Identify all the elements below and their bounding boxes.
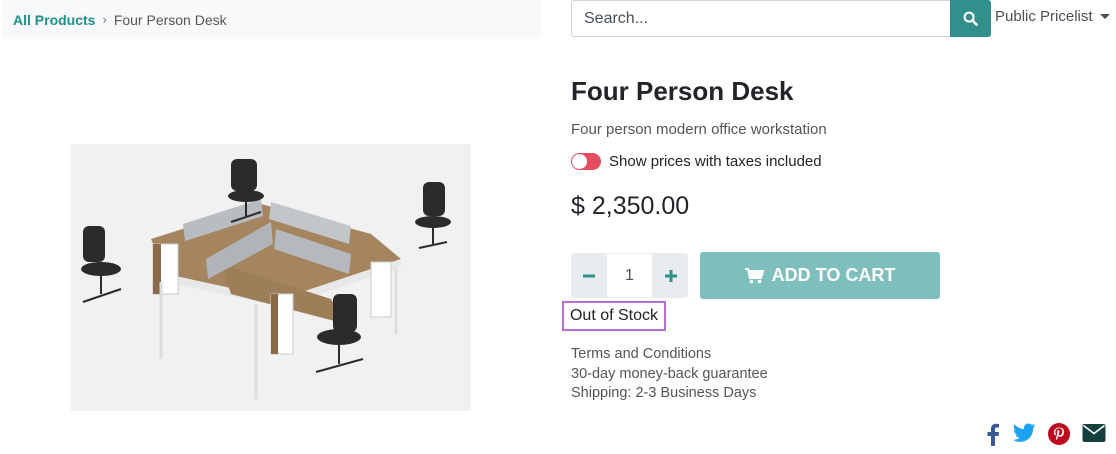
email-share-button[interactable] <box>1082 423 1106 443</box>
breadcrumb-current: Four Person Desk <box>113 11 227 28</box>
product-description: Four person modern office workstation <box>571 121 827 138</box>
product-image <box>71 144 471 411</box>
product-title: Four Person Desk <box>571 76 794 106</box>
add-to-cart-label: ADD TO CART <box>771 265 896 285</box>
guarantee-text: 30-day money-back guarantee <box>571 365 768 382</box>
pricelist-label: Public Pricelist <box>995 8 1093 25</box>
twitter-icon <box>1013 423 1036 442</box>
breadcrumb-all-products-link[interactable]: All Products <box>13 12 95 28</box>
search-bar <box>571 0 991 37</box>
breadcrumb: All Products › Four Person Desk <box>2 0 541 39</box>
add-to-cart-button[interactable]: ADD TO CART <box>700 252 940 299</box>
twitter-share-button[interactable] <box>1013 423 1036 443</box>
quantity-input[interactable] <box>606 253 653 298</box>
breadcrumb-separator: › <box>102 12 107 27</box>
tax-toggle-switch[interactable] <box>571 153 601 170</box>
facebook-icon <box>987 423 999 446</box>
quantity-decrease-button[interactable] <box>571 253 606 298</box>
pricelist-dropdown[interactable]: Public Pricelist <box>995 8 1110 25</box>
facebook-share-button[interactable] <box>986 423 1000 446</box>
caret-down-icon <box>1099 14 1110 19</box>
pinterest-share-button[interactable] <box>1048 423 1070 445</box>
search-input[interactable] <box>571 0 950 37</box>
terms-and-conditions-link[interactable]: Terms and Conditions <box>571 345 768 365</box>
minus-icon <box>582 274 595 277</box>
search-icon <box>963 11 978 26</box>
quantity-stepper <box>571 253 688 298</box>
email-icon <box>1082 424 1106 442</box>
tax-toggle-label: Show prices with taxes included <box>609 153 822 170</box>
product-price: $ 2,350.00 <box>571 192 690 220</box>
terms-section: Terms and Conditions 30-day money-back g… <box>571 345 768 404</box>
pinterest-icon <box>1048 423 1070 445</box>
quantity-increase-button[interactable] <box>653 253 688 298</box>
plus-icon <box>664 269 677 282</box>
shipping-text: Shipping: 2-3 Business Days <box>571 385 757 401</box>
shopping-cart-icon <box>744 267 764 283</box>
search-button[interactable] <box>950 0 991 37</box>
stock-status: Out of Stock <box>562 301 666 331</box>
tax-toggle: Show prices with taxes included <box>571 153 822 170</box>
